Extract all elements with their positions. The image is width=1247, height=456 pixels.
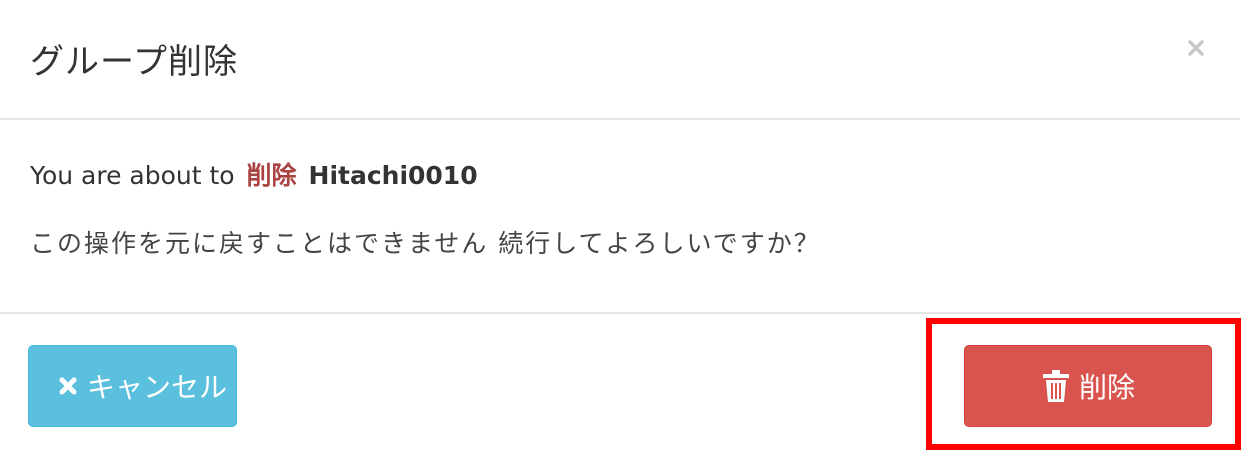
dialog-header: グループ削除 xyxy=(0,0,1240,120)
confirm-message: You are about to 削除 Hitachi0010 xyxy=(30,156,478,192)
trash-icon xyxy=(1042,370,1069,402)
close-button[interactable] xyxy=(1180,32,1212,64)
action-word: 削除 xyxy=(246,161,297,190)
target-group-name: Hitachi0010 xyxy=(308,161,478,190)
times-icon xyxy=(59,377,77,395)
dialog-title: グループ削除 xyxy=(30,42,238,82)
dialog-body: You are about to 削除 Hitachi0010 この操作を元に戻… xyxy=(0,120,1240,314)
confirm-prefix: You are about to xyxy=(30,161,235,190)
delete-button[interactable]: 削除 xyxy=(964,345,1212,427)
delete-button-label: 削除 xyxy=(1078,371,1135,404)
cancel-button-label: キャンセル xyxy=(87,371,228,404)
cancel-button[interactable]: キャンセル xyxy=(28,345,237,427)
delete-group-dialog: グループ削除 You are about to 削除 Hitachi0010 こ… xyxy=(0,0,1241,456)
irreversible-warning: この操作を元に戻すことはできません 続行してよろしいですか？ xyxy=(30,229,821,258)
close-icon xyxy=(1188,40,1204,56)
